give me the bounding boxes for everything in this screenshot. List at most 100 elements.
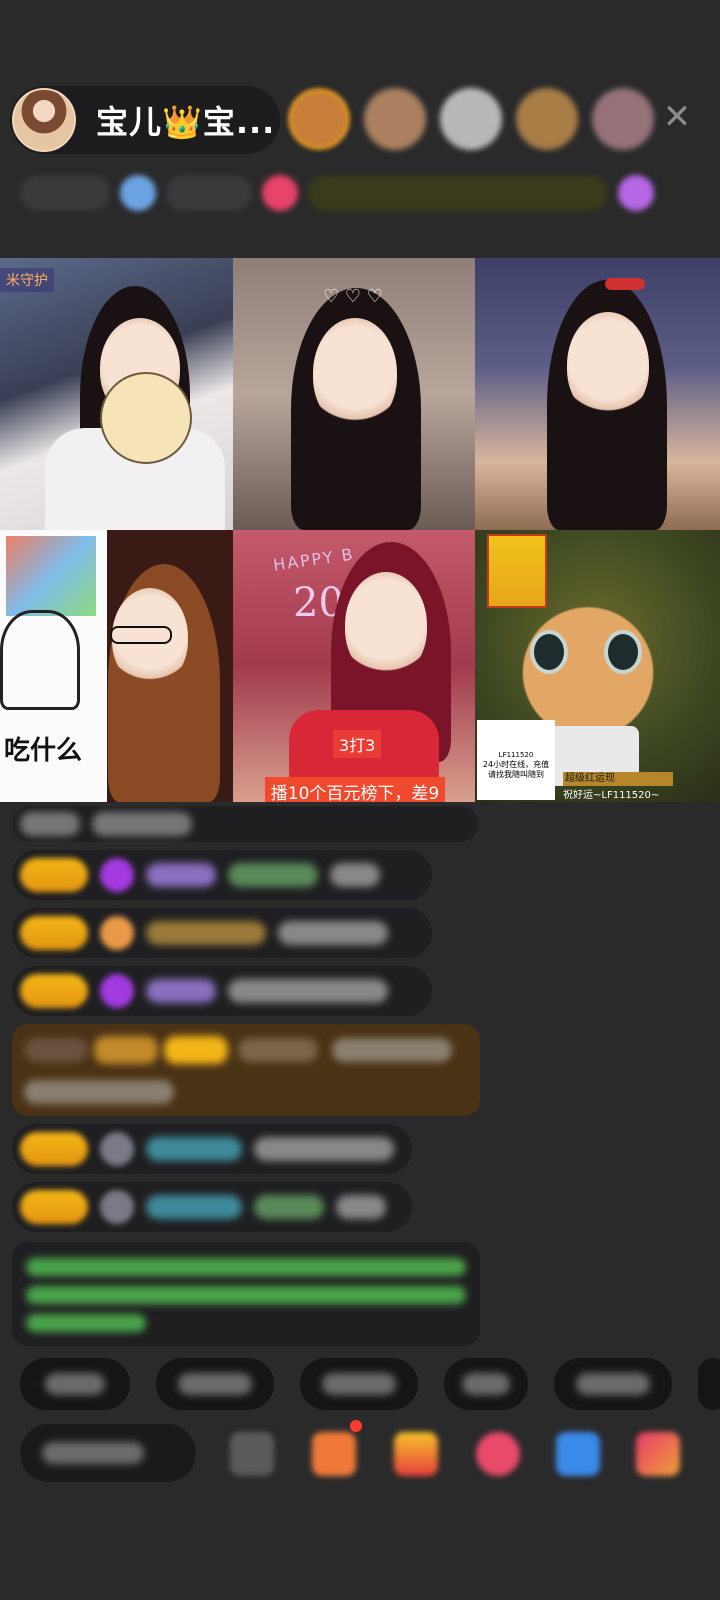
username[interactable] (146, 863, 216, 887)
level-badge (20, 1132, 88, 1166)
quick-reply-chip[interactable] (156, 1358, 274, 1410)
gem-icon (100, 974, 134, 1008)
gem-icon (100, 1190, 134, 1224)
chip-label (462, 1373, 510, 1395)
chat-message (12, 806, 478, 842)
host-name: 宝儿👑宝... (96, 103, 276, 141)
multi-guest-video-grid: 米守护 ♡ ♡ ♡ 吃什么 HAPPY B 20 3打3 播10个百元榜下，差9… (0, 258, 720, 802)
video-tile-3[interactable] (475, 258, 720, 530)
video-tile-5[interactable]: HAPPY B 20 3打3 播10个百元榜下，差9 (233, 530, 475, 802)
chat-text (254, 1195, 324, 1219)
hair-clip (605, 278, 645, 290)
system-message (12, 1024, 480, 1116)
contact-card[interactable]: LF111520 24小时在线，充值请找我随叫随到 (477, 720, 555, 800)
username[interactable] (146, 1137, 242, 1161)
chat-message (12, 966, 432, 1016)
cat-eye (530, 630, 568, 674)
meme-character (0, 610, 80, 710)
luck-banner: 超级红运现 (563, 772, 673, 786)
meme-text: 吃什么 (4, 736, 83, 766)
chat-text (26, 1258, 466, 1276)
host-info-pill[interactable]: 宝儿👑宝... (10, 86, 280, 154)
chip-label (322, 1373, 396, 1395)
chat-message (12, 1124, 412, 1174)
chat-text (24, 1038, 88, 1062)
hot-rank-pill[interactable] (20, 175, 110, 211)
meme-panel: 吃什么 (0, 530, 107, 802)
username[interactable] (146, 979, 216, 1003)
pk-badge: 3打3 (333, 730, 382, 758)
video-tile-1[interactable]: 米守护 (0, 258, 233, 530)
chat-text (228, 863, 318, 887)
chat-input-placeholder (42, 1442, 144, 1464)
glasses-icon (110, 626, 172, 644)
viewer-avatar[interactable] (440, 88, 502, 150)
chat-text (228, 979, 388, 1003)
username[interactable] (146, 1195, 242, 1219)
level-badge (20, 1190, 88, 1224)
chat-text (254, 1137, 394, 1161)
quick-reply-row (20, 1358, 720, 1410)
chat-input[interactable] (20, 1424, 196, 1482)
host-avatar[interactable] (12, 88, 76, 152)
announcement-message (12, 1242, 480, 1346)
chat-text (336, 1195, 386, 1219)
video-tile-2[interactable]: ♡ ♡ ♡ (233, 258, 475, 530)
fan-club-pill[interactable] (166, 175, 252, 211)
viewer-avatars (288, 88, 654, 150)
chat-message (12, 850, 432, 900)
task-pill[interactable] (308, 175, 608, 211)
notification-dot (350, 1420, 362, 1432)
contact-text: 24小时在线，充值请找我随叫随到 (482, 760, 550, 779)
viewer-avatar[interactable] (364, 88, 426, 150)
viewer-avatar[interactable] (288, 88, 350, 150)
guest-face (567, 312, 649, 418)
game-icon[interactable] (476, 1432, 520, 1476)
chat-message (12, 908, 432, 958)
quick-reply-chip[interactable] (554, 1358, 672, 1410)
gem-icon (100, 916, 134, 950)
red-envelope-icon[interactable] (394, 1432, 438, 1476)
contact-id: LF111520 (498, 751, 534, 759)
viewer-avatar[interactable] (516, 88, 578, 150)
follow-icon[interactable] (262, 175, 298, 211)
gem-icon (100, 858, 134, 892)
share-icon[interactable] (556, 1432, 600, 1476)
chat-text (26, 1314, 146, 1332)
chat-text (20, 812, 80, 836)
cat-sticker-icon (100, 372, 192, 464)
gem-icon (100, 1132, 134, 1166)
username[interactable] (146, 921, 266, 945)
level-badge (20, 974, 88, 1008)
fan-club-icon[interactable] (120, 175, 156, 211)
level-badge (20, 858, 88, 892)
gift-box-icon[interactable] (312, 1432, 356, 1476)
chip-label (178, 1373, 252, 1395)
username[interactable] (238, 1038, 318, 1062)
happy-text: HAPPY B (272, 544, 356, 575)
chat-text (24, 1080, 174, 1104)
chat-text (330, 863, 380, 887)
quick-reply-chip[interactable] (20, 1358, 130, 1410)
quick-reply-chip[interactable] (698, 1358, 720, 1410)
quick-reply-chip[interactable] (300, 1358, 418, 1410)
chip-label (576, 1373, 650, 1395)
video-tile-4[interactable]: 吃什么 (0, 530, 233, 802)
guest-face (313, 318, 397, 428)
chat-text (26, 1286, 466, 1304)
guest-face (345, 572, 427, 678)
chat-text (332, 1038, 452, 1062)
video-tile-6[interactable]: LF111520 24小时在线，充值请找我随叫随到 超级红运现 祝好运~LF11… (475, 530, 720, 802)
chip-label (45, 1373, 105, 1395)
more-icon[interactable] (636, 1432, 680, 1476)
level-badge (164, 1036, 228, 1064)
viewer-avatar[interactable] (592, 88, 654, 150)
emoji-icon[interactable] (230, 1432, 274, 1476)
quick-reply-chip[interactable] (444, 1358, 528, 1410)
rank-progress-text: 播10个百元榜下，差9 (265, 777, 445, 802)
chat-text (92, 812, 192, 836)
luck-id: 祝好运~LF111520~ (563, 790, 660, 801)
room-info-strip (20, 170, 690, 216)
activity-icon[interactable] (618, 175, 654, 211)
close-icon[interactable]: ✕ (660, 100, 694, 134)
